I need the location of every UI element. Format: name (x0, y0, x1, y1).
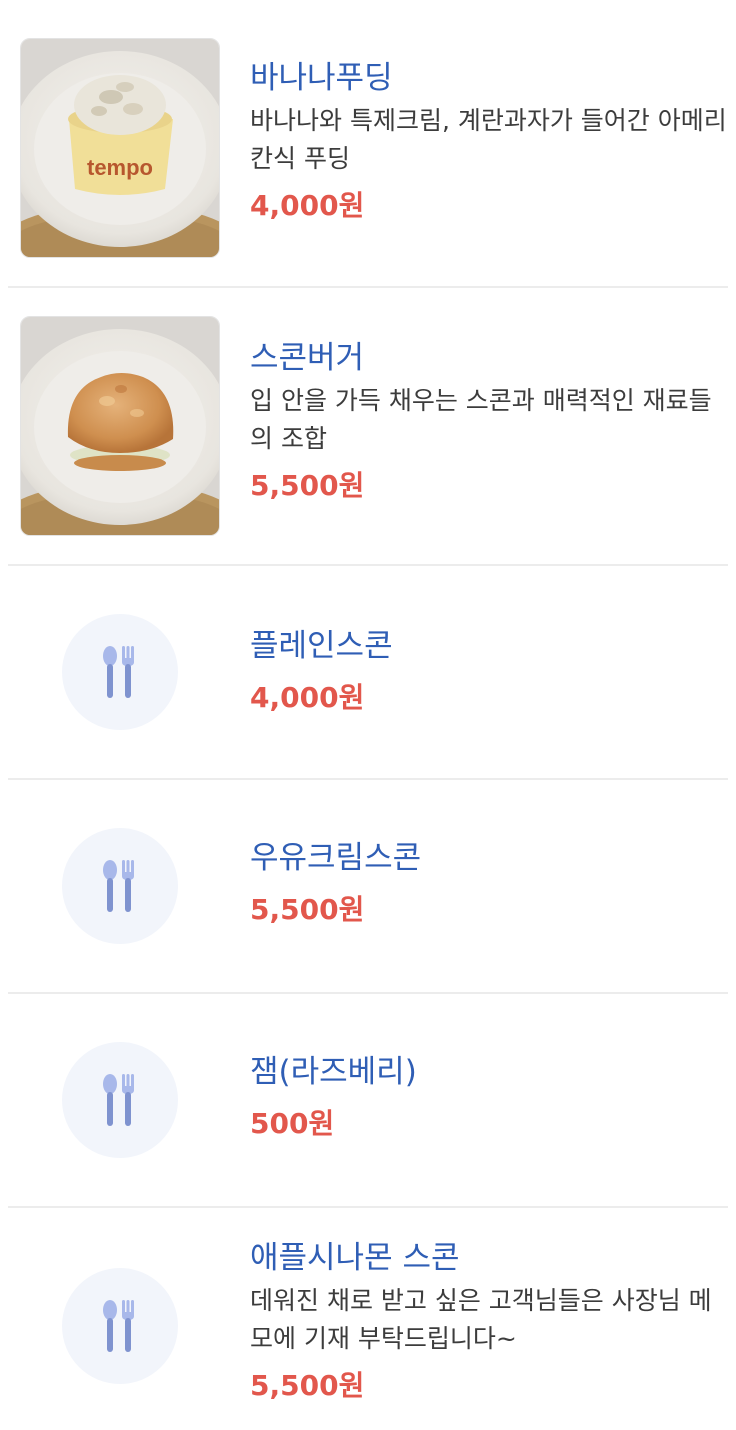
cup-brand-label: tempo (87, 155, 153, 180)
menu-item-price: 4,000원 (250, 681, 365, 714)
menu-item-name: 애플시나몬 스콘 (250, 1240, 460, 1276)
menu-item-price: 4,000원 (250, 189, 365, 222)
menu-item-raspberry-jam[interactable]: 잼(라즈베리) 500원 (8, 994, 728, 1206)
menu-item-name: 플레인스콘 (250, 628, 393, 664)
utensils-icon (62, 828, 178, 944)
menu-item-name: 우유크림스콘 (250, 840, 422, 876)
menu-item-description: 데워진 채로 받고 싶은 고객님들은 사장님 메모에 기재 부탁드립니다~ (250, 1286, 712, 1353)
menu-item-price: 5,500원 (250, 893, 365, 926)
menu-item-banana-pudding[interactable]: tempo 바나나푸딩 바나나와 특제크림, 계란과자가 들어간 아메리칸식 푸… (8, 0, 728, 286)
banana-pudding-photo: tempo (20, 38, 220, 258)
menu-item-price: 5,500원 (250, 469, 365, 502)
menu-item-price: 500원 (250, 1107, 335, 1140)
menu-item-scone-burger[interactable]: 스콘버거 입 안을 가득 채우는 스콘과 매력적인 재료들의 조합 5,500원 (8, 288, 728, 564)
utensils-icon (62, 1268, 178, 1384)
menu-item-description: 입 안을 가득 채우는 스콘과 매력적인 재료들의 조합 (250, 386, 712, 453)
menu-item-name: 스콘버거 (250, 340, 365, 376)
menu-item-milk-cream-scone[interactable]: 우유크림스콘 5,500원 (8, 780, 728, 992)
menu-item-name: 잼(라즈베리) (250, 1054, 417, 1090)
menu-list: tempo 바나나푸딩 바나나와 특제크림, 계란과자가 들어간 아메리칸식 푸… (0, 0, 736, 1430)
menu-item-description: 바나나와 특제크림, 계란과자가 들어간 아메리칸식 푸딩 (250, 106, 727, 173)
menu-item-name: 바나나푸딩 (250, 60, 393, 96)
utensils-icon (62, 614, 178, 730)
menu-item-apple-cinnamon-scone[interactable]: 애플시나몬 스콘 데워진 채로 받고 싶은 고객님들은 사장님 메모에 기재 부… (8, 1208, 728, 1430)
menu-item-price: 5,500원 (250, 1369, 365, 1402)
utensils-icon (62, 1042, 178, 1158)
scone-burger-photo (20, 316, 220, 536)
menu-item-plain-scone[interactable]: 플레인스콘 4,000원 (8, 566, 728, 778)
